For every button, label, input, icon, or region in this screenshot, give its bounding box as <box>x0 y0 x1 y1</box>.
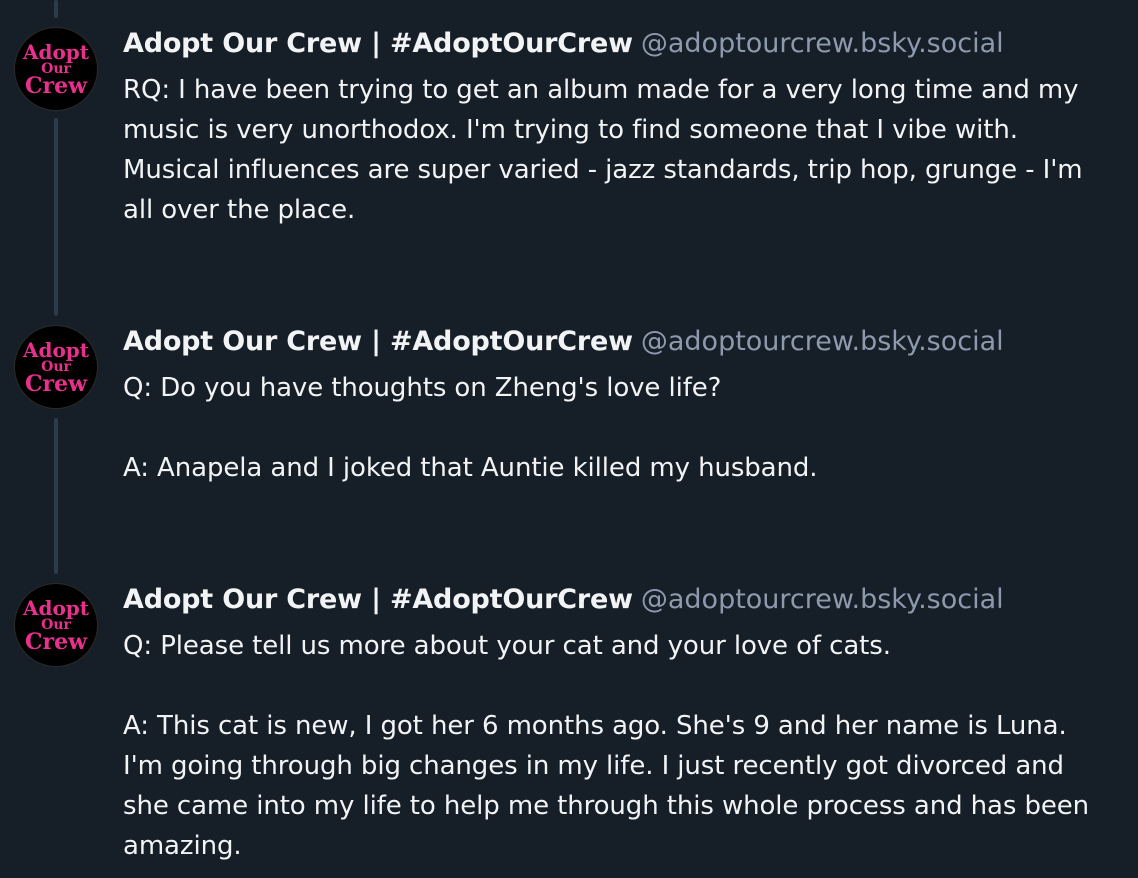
post-paragraph: RQ: I have been trying to get an album m… <box>123 75 1083 225</box>
post-header: Adopt Our Crew | #AdoptOurCrew @adoptourc… <box>123 28 1113 60</box>
svg-text:Crew: Crew <box>25 371 88 397</box>
author-handle[interactable]: @adoptourcrew.bsky.social <box>641 326 1004 357</box>
avatar[interactable]: Adopt Our Crew <box>15 584 97 666</box>
author-handle[interactable]: @adoptourcrew.bsky.social <box>641 28 1004 59</box>
avatar-logo-icon: Adopt Our Crew <box>22 596 90 655</box>
thread-connector-line <box>54 0 58 18</box>
author-display-name[interactable]: Adopt Our Crew | #AdoptOurCrew <box>123 584 633 615</box>
post-header: Adopt Our Crew | #AdoptOurCrew @adoptourc… <box>123 326 1113 358</box>
avatar-logo-icon: Adopt Our Crew <box>22 40 90 99</box>
post-text: RQ: I have been trying to get an album m… <box>123 70 1113 230</box>
svg-text:Crew: Crew <box>25 73 88 99</box>
avatar-logo-icon: Adopt Our Crew <box>22 338 90 397</box>
author-display-name[interactable]: Adopt Our Crew | #AdoptOurCrew <box>123 326 633 357</box>
post-text: Q: Please tell us more about your cat an… <box>123 626 1113 866</box>
post-header: Adopt Our Crew | #AdoptOurCrew @adoptourc… <box>123 584 1113 616</box>
post-body: Adopt Our Crew | #AdoptOurCrew @adoptourc… <box>123 28 1113 230</box>
author-display-name[interactable]: Adopt Our Crew | #AdoptOurCrew <box>123 28 633 59</box>
post-paragraph: A: Anapela and I joked that Auntie kille… <box>123 453 818 483</box>
thread-view: Adopt Our Crew Adopt Our Crew | #AdoptOu… <box>0 0 1138 878</box>
post-body: Adopt Our Crew | #AdoptOurCrew @adoptourc… <box>123 584 1113 866</box>
author-handle[interactable]: @adoptourcrew.bsky.social <box>641 584 1004 615</box>
thread-connector-line <box>54 418 58 574</box>
post-text: Q: Do you have thoughts on Zheng's love … <box>123 368 1113 488</box>
post-paragraph: Q: Please tell us more about your cat an… <box>123 631 891 661</box>
thread-connector-line <box>54 118 58 316</box>
post-paragraph: Q: Do you have thoughts on Zheng's love … <box>123 373 722 403</box>
post-body: Adopt Our Crew | #AdoptOurCrew @adoptourc… <box>123 326 1113 488</box>
avatar[interactable]: Adopt Our Crew <box>15 28 97 110</box>
avatar[interactable]: Adopt Our Crew <box>15 326 97 408</box>
svg-text:Crew: Crew <box>25 629 88 655</box>
post-paragraph: A: This cat is new, I got her 6 months a… <box>123 711 1090 861</box>
